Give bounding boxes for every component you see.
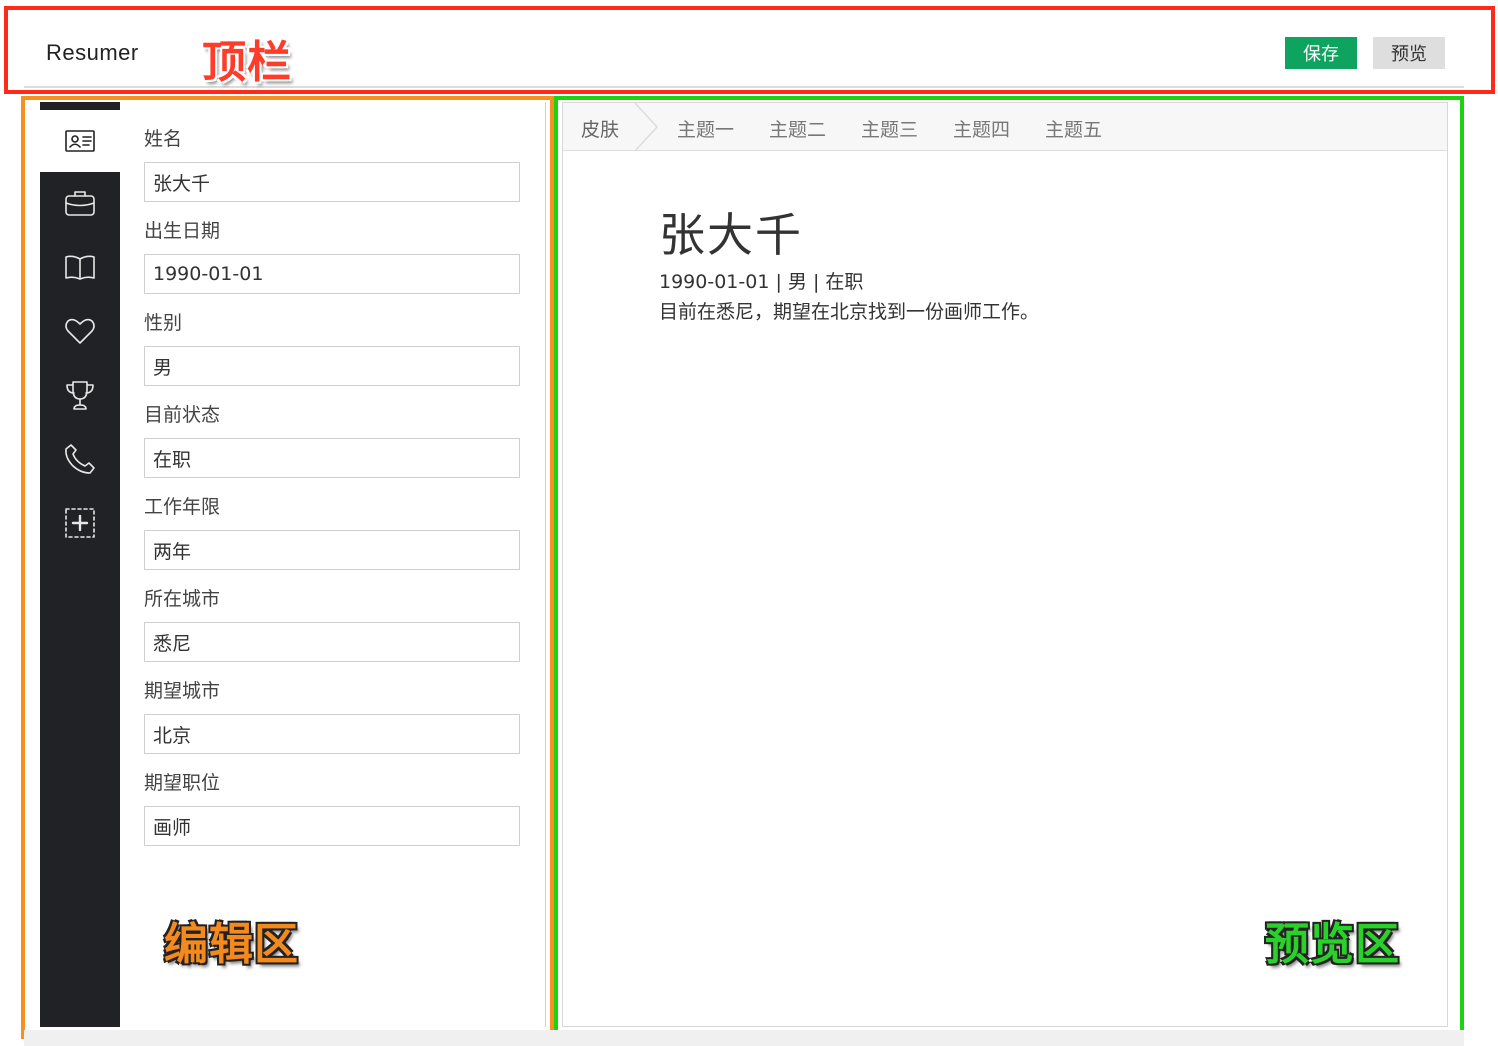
preview-annotation-label: 预览区 — [1265, 919, 1400, 970]
id-card-icon — [65, 130, 95, 152]
sidebar-item-work[interactable] — [40, 172, 120, 234]
app-logo[interactable]: Resumer — [46, 40, 139, 66]
top-bar: Resumer 顶栏 保存 预览 — [0, 0, 1498, 96]
tab-theme-1[interactable]: 主题一 — [677, 115, 734, 142]
preview-button[interactable]: 预览 — [1373, 37, 1445, 69]
preview-panel: 皮肤 主题一 主题二 主题三 主题四 主题五 张大千 1990-01-01 | … — [562, 102, 1448, 1027]
save-button[interactable]: 保存 — [1285, 37, 1357, 69]
sidebar-item-contact[interactable] — [40, 428, 120, 490]
field-label-experience: 工作年限 — [144, 496, 221, 518]
section-sidebar — [40, 102, 120, 1027]
sidebar-item-add[interactable] — [40, 492, 120, 554]
editor-annotation-label: 编辑区 — [164, 919, 299, 970]
field-label-status: 目前状态 — [144, 404, 221, 426]
name-input[interactable] — [144, 162, 520, 202]
birthdate-input[interactable] — [144, 254, 520, 294]
heart-icon — [65, 318, 95, 344]
sidebar-item-education[interactable] — [40, 236, 120, 298]
tab-theme-2[interactable]: 主题二 — [769, 115, 826, 142]
add-section-icon — [65, 508, 95, 538]
tab-theme-5[interactable]: 主题五 — [1045, 115, 1102, 142]
sidebar-item-hobbies[interactable] — [40, 300, 120, 362]
field-label-gender: 性别 — [144, 312, 183, 334]
topbar-annotation-text: 顶栏 — [202, 37, 292, 88]
status-input[interactable] — [144, 438, 520, 478]
field-label-name: 姓名 — [144, 128, 183, 150]
field-label-expected-city: 期望城市 — [144, 680, 221, 702]
expected-city-input[interactable] — [144, 714, 520, 754]
resume-meta: 1990-01-01 | 男 | 在职 — [659, 271, 864, 293]
tab-theme-4[interactable]: 主题四 — [953, 115, 1010, 142]
briefcase-icon — [65, 191, 95, 216]
tab-theme-3[interactable]: 主题三 — [861, 115, 918, 142]
book-icon — [65, 255, 95, 280]
resume-name: 张大千 — [659, 208, 803, 262]
editor-panel: 姓名 出生日期 性别 目前状态 工作年限 所在城市 期望城市 期望职位 — [40, 102, 546, 1027]
phone-icon — [65, 444, 95, 474]
city-input[interactable] — [144, 622, 520, 662]
gender-input[interactable] — [144, 346, 520, 386]
resume-intro: 目前在悉尼，期望在北京找到一份画师工作。 — [659, 301, 1040, 323]
field-label-city: 所在城市 — [144, 588, 221, 610]
skin-label: 皮肤 — [581, 119, 620, 141]
breadcrumb-chevron-icon — [634, 103, 659, 151]
topbar-annotation-label: 顶栏 — [202, 26, 292, 90]
sidebar-item-profile[interactable] — [40, 110, 120, 172]
sidebar-item-awards[interactable] — [40, 364, 120, 426]
expected-position-input[interactable] — [144, 806, 520, 846]
trophy-icon — [66, 381, 94, 410]
bottom-strip — [24, 1030, 1464, 1046]
experience-input[interactable] — [144, 530, 520, 570]
skin-toolbar: 皮肤 主题一 主题二 主题三 主题四 主题五 — [563, 103, 1447, 151]
field-label-expected-position: 期望职位 — [144, 772, 221, 794]
field-label-birthdate: 出生日期 — [144, 220, 221, 242]
